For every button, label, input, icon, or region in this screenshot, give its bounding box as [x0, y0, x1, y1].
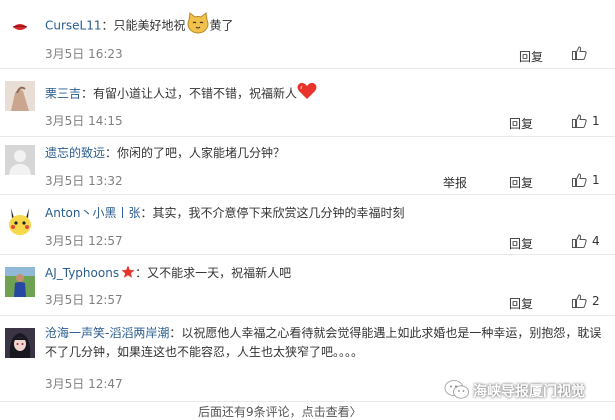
- star-badge-icon: [119, 264, 135, 283]
- like-count: 1: [592, 173, 600, 187]
- comment-text-line: AJ_Typhoons ：又不能求一天，祝福新人吧: [45, 264, 607, 283]
- watermark: 海峡导报厦门视觉: [443, 378, 615, 402]
- comment-timestamp: 3月5日 16:23: [45, 47, 123, 61]
- reply-button[interactable]: 回复: [509, 295, 533, 312]
- thumbs-up-icon: [572, 173, 587, 190]
- comment-text-line: Anton丶小黑丨张：其实，我不介意停下来欣赏这几分钟的幸福时刻: [45, 206, 405, 220]
- comment-timestamp: 3月5日 13:32: [45, 174, 123, 188]
- comment-item: Anton丶小黑丨张：其实，我不介意停下来欣赏这几分钟的幸福时刻 3月5日 12…: [0, 195, 615, 255]
- like-count: 2: [592, 294, 600, 308]
- user-avatar[interactable]: [5, 11, 35, 41]
- thumbs-up-icon: [572, 234, 587, 251]
- like-count: 1: [592, 114, 600, 128]
- like-button[interactable]: 1: [572, 114, 600, 131]
- watermark-text: 海峡导报厦门视觉: [473, 384, 585, 400]
- like-button[interactable]: [572, 46, 592, 63]
- comment-timestamp: 3月5日 12:57: [45, 234, 123, 248]
- comment-item: CurseL11：只能美好地祝 黄了 3月5日 16:23 回复: [0, 0, 615, 69]
- user-avatar[interactable]: [5, 145, 35, 175]
- user-avatar[interactable]: [5, 267, 35, 297]
- username-link[interactable]: 沧海一声笑-滔滔两岸潮: [45, 326, 169, 340]
- thumbs-up-icon: [572, 294, 587, 311]
- user-avatar[interactable]: [5, 81, 35, 111]
- reply-button[interactable]: 回复: [509, 235, 533, 252]
- comment-text: 又不能求一天，祝福新人吧: [147, 266, 292, 280]
- thumbs-up-icon: [572, 114, 587, 131]
- comment-text-line: 遗忘的致远：你闲的了吧，人家能堵几分钟？: [45, 146, 286, 160]
- comment-item: 遗忘的致远：你闲的了吧，人家能堵几分钟？ 3月5日 13:32 举报 回复 1: [0, 137, 615, 195]
- comment-text: 只能美好地祝: [113, 18, 186, 33]
- heart-emoji-icon: [297, 82, 317, 106]
- comment-timestamp: 3月5日 14:15: [45, 114, 123, 128]
- like-button[interactable]: 2: [572, 294, 600, 311]
- like-count: 4: [592, 234, 600, 248]
- comment-item: AJ_Typhoons ：又不能求一天，祝福新人吧 3月5日 12:57 回复 …: [0, 255, 615, 316]
- cat-face-emoji-icon: [186, 12, 210, 40]
- username-link[interactable]: AJ_Typhoons: [45, 266, 119, 280]
- reply-button[interactable]: 回复: [509, 115, 533, 132]
- like-button[interactable]: 1: [572, 173, 600, 190]
- username-link[interactable]: 栗三吉: [45, 87, 81, 101]
- comment-text-line: 沧海一声笑-滔滔两岸潮：以祝愿他人幸福之心看待就会觉得能遇上如此求婚也是一种幸运…: [45, 326, 602, 359]
- thumbs-up-icon: [572, 46, 587, 63]
- reply-button[interactable]: 回复: [509, 174, 533, 191]
- user-avatar[interactable]: [5, 328, 35, 358]
- comment-text-tail: 黄了: [209, 18, 234, 33]
- username-link[interactable]: Anton丶小黑丨张: [45, 206, 140, 220]
- wechat-logo-icon: [443, 378, 471, 406]
- comment-item: 栗三吉：有留小道让人过，不错不错，祝福新人 3月5日 14:15 回复 1: [0, 69, 615, 137]
- like-button[interactable]: 4: [572, 234, 600, 251]
- comment-text: 其实，我不介意停下来欣赏这几分钟的幸福时刻: [152, 206, 405, 220]
- comment-text: 有留小道让人过，不错不错，祝福新人: [93, 86, 298, 101]
- more-comments-link[interactable]: 后面还有9条评论，点击查看〉: [198, 403, 362, 420]
- reply-button[interactable]: 回复: [519, 48, 543, 65]
- username-link[interactable]: 遗忘的致远: [45, 146, 105, 160]
- comment-timestamp: 3月5日 12:47: [45, 377, 123, 391]
- username-link[interactable]: CurseL11: [45, 19, 102, 33]
- comment-timestamp: 3月5日 12:57: [45, 293, 123, 307]
- comment-text-line: CurseL11：只能美好地祝 黄了: [45, 12, 607, 40]
- user-avatar[interactable]: [5, 206, 35, 236]
- comment-text-line: 栗三吉：有留小道让人过，不错不错，祝福新人: [45, 82, 607, 106]
- comment-text: 你闲的了吧，人家能堵几分钟？: [117, 146, 286, 160]
- report-button[interactable]: 举报: [443, 174, 467, 191]
